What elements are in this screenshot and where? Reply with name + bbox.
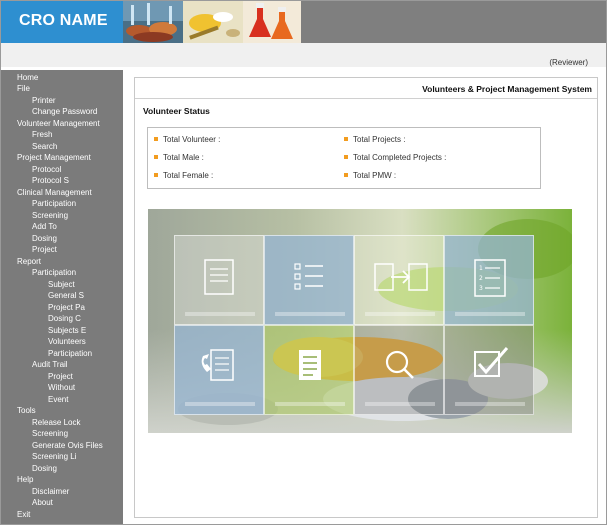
svg-text:2: 2 [479, 275, 483, 282]
bullet-icon [154, 136, 158, 141]
header-lab-image [123, 1, 183, 43]
stat-total-male: Total Male : [154, 153, 204, 162]
sidebar-item-dosing-c[interactable]: Dosing C [48, 314, 81, 324]
bullet-icon [344, 154, 348, 159]
sidebar-item-search[interactable]: Search [32, 142, 57, 152]
stat-total-projects: Total Projects : [344, 135, 405, 144]
user-bar: (Reviewer) [1, 43, 606, 67]
sidebar-item-release-lock[interactable]: Release Lock [32, 418, 80, 428]
tile-form[interactable] [174, 235, 264, 325]
main-panel: Volunteers & Project Management System V… [134, 77, 598, 518]
stat-total-volunteer: Total Volunteer : [154, 135, 220, 144]
sidebar-item-report-participation[interactable]: Participation [32, 268, 76, 278]
checkbox-icon [455, 347, 525, 406]
section-title: Volunteer Status [143, 106, 210, 116]
system-title: Volunteers & Project Management System [422, 84, 592, 94]
bullet-icon [344, 136, 348, 141]
sidebar-item-disclaimer[interactable]: Disclaimer [32, 487, 69, 497]
sidebar-item-home[interactable]: Home [17, 73, 38, 83]
sidebar-item-participation[interactable]: Participation [32, 199, 76, 209]
sidebar-item-general-s[interactable]: General S [48, 291, 84, 301]
sidebar-item-clinical-management[interactable]: Clinical Management [17, 188, 92, 198]
sidebar-item-screening-li[interactable]: Screening Li [32, 452, 76, 462]
sidebar-item-volunteer-management[interactable]: Volunteer Management [17, 119, 100, 129]
sidebar-item-screening[interactable]: Screening [32, 211, 68, 221]
sidebar-item-exit[interactable]: Exit [17, 510, 30, 520]
sidebar-item-subject[interactable]: Subject [48, 280, 75, 290]
bullet-icon [154, 154, 158, 159]
sidebar-item-help[interactable]: Help [17, 475, 33, 485]
sidebar-item-dosing[interactable]: Dosing [32, 234, 57, 244]
sidebar-item-participation-report[interactable]: Participation [48, 349, 92, 359]
stat-total-pmw: Total PMW : [344, 171, 396, 180]
stat-total-completed-projects: Total Completed Projects : [344, 153, 446, 162]
sidebar-item-generate-ovis-files[interactable]: Generate Ovis Files [32, 441, 103, 451]
transfer-icon [365, 263, 435, 316]
bullet-icon [154, 172, 158, 177]
sidebar-item-report[interactable]: Report [17, 257, 41, 267]
bullet-icon [344, 172, 348, 177]
sidebar-item-event[interactable]: Event [48, 395, 68, 405]
volunteer-status-box: Total Volunteer : Total Male : Total Fem… [147, 127, 541, 189]
title-divider [135, 98, 597, 99]
tile-checkbox[interactable] [444, 325, 534, 415]
magnifier-icon [365, 350, 435, 406]
numbered-list-icon: 1 2 3 [455, 259, 525, 316]
form-icon [185, 259, 255, 316]
sidebar-item-without[interactable]: Without [48, 383, 75, 393]
user-role-label: (Reviewer) [549, 58, 588, 67]
sidebar-item-protocol-s[interactable]: Protocol S [32, 176, 69, 186]
sidebar-item-project[interactable]: Project [32, 245, 57, 255]
svg-text:1: 1 [479, 265, 483, 272]
tile-checklist[interactable] [264, 235, 354, 325]
checklist-icon [275, 263, 345, 316]
sidebar: Home File Printer Change Password Volunt… [1, 70, 123, 524]
sidebar-item-audit-trail[interactable]: Audit Trail [32, 360, 68, 370]
sidebar-item-tools-screening[interactable]: Screening [32, 429, 68, 439]
tile-numbered-list[interactable]: 1 2 3 [444, 235, 534, 325]
brand-block: CRO NAME [1, 1, 123, 43]
sidebar-item-protocol[interactable]: Protocol [32, 165, 61, 175]
sidebar-item-add-to[interactable]: Add To [32, 222, 57, 232]
sidebar-item-about[interactable]: About [32, 498, 53, 508]
tile-search[interactable] [354, 325, 444, 415]
sidebar-item-change-password[interactable]: Change Password [32, 107, 97, 117]
svg-text:3: 3 [479, 285, 483, 292]
sidebar-item-file[interactable]: File [17, 84, 30, 94]
notes-icon [275, 350, 345, 406]
tile-notes[interactable] [264, 325, 354, 415]
stat-total-female: Total Female : [154, 171, 213, 180]
header-bar: CRO NAME [1, 1, 606, 43]
header-flask-image [243, 1, 301, 43]
sidebar-item-subjects-e[interactable]: Subjects E [48, 326, 86, 336]
sidebar-item-project-pa[interactable]: Project Pa [48, 303, 85, 313]
header-pills-image [183, 1, 243, 43]
sidebar-item-fresh[interactable]: Fresh [32, 130, 52, 140]
brand-title: CRO NAME [19, 12, 108, 29]
sidebar-item-tools[interactable]: Tools [17, 406, 36, 416]
tile-transfer[interactable] [354, 235, 444, 325]
hero-banner: 1 2 3 [148, 209, 572, 433]
sidebar-item-audit-project[interactable]: Project [48, 372, 73, 382]
sidebar-item-volunteers[interactable]: Volunteers [48, 337, 86, 347]
tile-phone-document[interactable] [174, 325, 264, 415]
sidebar-item-tools-dosing[interactable]: Dosing [32, 464, 57, 474]
sidebar-item-project-management[interactable]: Project Management [17, 153, 91, 163]
phone-document-icon [185, 349, 255, 406]
sidebar-item-printer[interactable]: Printer [32, 96, 56, 106]
